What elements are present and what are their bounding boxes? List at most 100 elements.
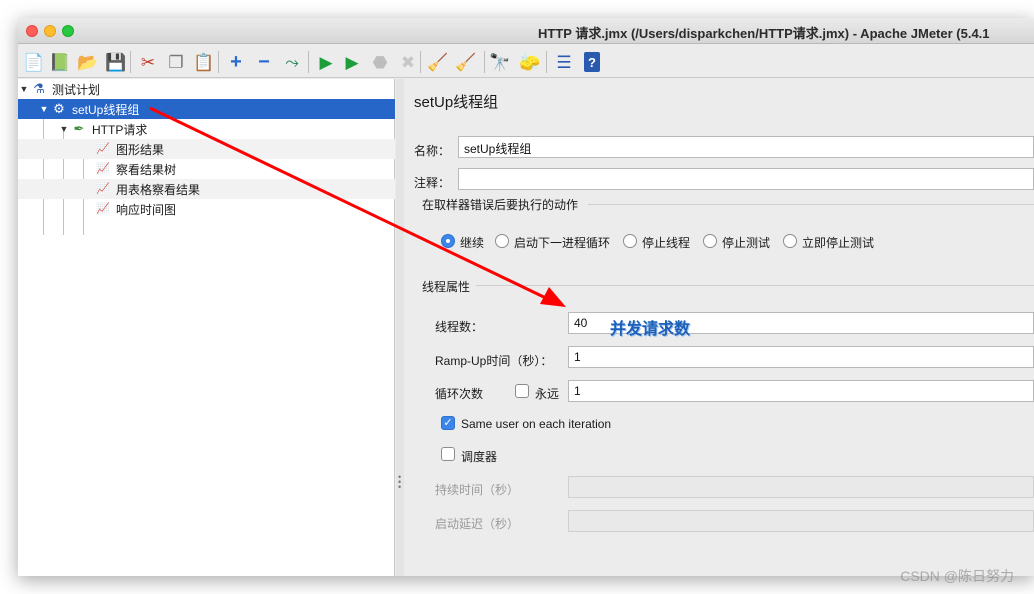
toggle-icon: ⤳ xyxy=(285,52,299,72)
thread-properties-group-title: 线程属性 xyxy=(422,280,471,294)
reset-search-icon: 🧽 xyxy=(519,52,541,72)
radio-start-next-loop-label: 启动下一进程循环 xyxy=(514,236,611,250)
threads-label: 线程数： xyxy=(435,320,484,334)
maximize-window-button[interactable] xyxy=(62,25,74,37)
error-action-group-title: 在取样器错误后要执行的动作 xyxy=(422,198,579,212)
minimize-window-button[interactable] xyxy=(44,25,56,37)
name-label: 名称： xyxy=(414,144,451,158)
start-no-pause-button[interactable]: ▶ xyxy=(340,50,364,74)
radio-stop-test-now-label: 立即停止测试 xyxy=(802,236,875,250)
copy-button[interactable]: ❐ xyxy=(164,50,188,74)
graph-icon: 📈 xyxy=(96,143,110,155)
toolbar-separator xyxy=(546,51,547,73)
comment-label: 注释： xyxy=(414,176,451,190)
same-user-label: Same user on each iteration xyxy=(461,417,612,431)
cut-icon: ✂ xyxy=(140,52,156,72)
shutdown-button[interactable]: ✖ xyxy=(396,50,420,74)
comment-field[interactable] xyxy=(458,168,1034,190)
annotation-concurrent-requests: 并发请求数 xyxy=(610,321,691,338)
loop-count-label: 循环次数 xyxy=(435,387,484,401)
help-icon: ? xyxy=(584,52,600,72)
graph-icon: 📈 xyxy=(96,163,110,175)
rampup-field[interactable]: 1 xyxy=(568,346,1034,368)
jmeter-window: HTTP 请求.jmx (/Users/disparkchen/HTTP请求.j… xyxy=(18,18,1034,576)
save-icon: 💾 xyxy=(105,52,127,72)
radio-stop-test[interactable] xyxy=(703,234,717,248)
divider-grip-icon: • • • xyxy=(398,472,402,492)
scheduler-label: 调度器 xyxy=(461,450,498,464)
toolbar-separator xyxy=(218,51,219,73)
function-helper-button[interactable]: ☰ xyxy=(552,50,576,74)
tree-item-view-results-tree[interactable]: 📈 察看结果树 xyxy=(18,159,395,179)
thread-group-panel: setUp线程组 名称： setUp线程组 注释： 在取样器错误后要执行的动作 … xyxy=(404,79,1034,576)
open-button[interactable]: 📂 xyxy=(76,50,100,74)
expand-arrow-icon[interactable]: ▼ xyxy=(58,124,70,134)
startup-delay-label: 启动延迟（秒） xyxy=(435,517,520,531)
radio-start-next-loop[interactable] xyxy=(495,234,509,248)
loop-count-field[interactable]: 1 xyxy=(568,380,1034,402)
toolbar-separator xyxy=(484,51,485,73)
tree-item-graph-results[interactable]: 📈 图形结果 xyxy=(18,139,395,159)
tree-item-label: 用表格察看结果 xyxy=(116,182,201,197)
start-button[interactable]: ▶ xyxy=(314,50,338,74)
title-bar: HTTP 请求.jmx (/Users/disparkchen/HTTP请求.j… xyxy=(18,18,1034,44)
scheduler-checkbox[interactable] xyxy=(441,447,455,461)
help-button[interactable]: ? xyxy=(580,50,604,74)
tree-item-test-plan[interactable]: ▼ ⚗ 测试计划 xyxy=(18,79,395,99)
stop-button[interactable]: ⬣ xyxy=(368,50,392,74)
tree-item-label: 响应时间图 xyxy=(116,202,177,217)
new-file-icon: 📄 xyxy=(23,52,45,72)
test-plan-icon: ⚗ xyxy=(33,81,45,96)
clear-all-button[interactable]: 🧹 xyxy=(454,50,478,74)
copy-icon: ❐ xyxy=(168,52,184,72)
split-pane-divider[interactable]: • • • xyxy=(396,79,404,576)
radio-continue-label: 继续 xyxy=(460,236,485,250)
radio-stop-thread[interactable] xyxy=(623,234,637,248)
stop-icon: ⬣ xyxy=(372,52,388,72)
group-separator xyxy=(476,285,1034,286)
paste-button[interactable]: 📋 xyxy=(192,50,216,74)
expand-arrow-icon[interactable]: ▼ xyxy=(18,84,30,94)
group-separator xyxy=(588,204,1034,205)
expand-arrow-icon[interactable]: ▼ xyxy=(38,104,50,114)
tree-item-label: HTTP请求 xyxy=(92,122,148,137)
tree-item-setup-thread-group[interactable]: ▼ ⚙ setUp线程组 xyxy=(18,99,395,119)
templates-icon: 📗 xyxy=(49,52,71,72)
startup-delay-field[interactable] xyxy=(568,510,1034,532)
forever-checkbox[interactable] xyxy=(515,384,529,398)
forever-label: 永远 xyxy=(535,387,560,401)
clear-button[interactable]: 🧹 xyxy=(426,50,450,74)
radio-stop-thread-label: 停止线程 xyxy=(642,236,691,250)
templates-button[interactable]: 📗 xyxy=(48,50,72,74)
same-user-checkbox[interactable]: ✓ xyxy=(441,416,455,430)
play-no-pause-icon: ▶ xyxy=(345,52,359,72)
paste-icon: 📋 xyxy=(193,52,215,72)
shutdown-icon: ✖ xyxy=(400,52,416,72)
tree-item-label: 察看结果树 xyxy=(116,162,177,177)
name-field[interactable]: setUp线程组 xyxy=(458,136,1034,158)
tree-item-view-results-table[interactable]: 📈 用表格察看结果 xyxy=(18,179,395,199)
collapse-button[interactable]: − xyxy=(252,50,276,74)
search-button[interactable]: 🔭 xyxy=(488,50,512,74)
cut-button[interactable]: ✂ xyxy=(136,50,160,74)
new-button[interactable]: 📄 xyxy=(22,50,46,74)
toggle-button[interactable]: ⤳ xyxy=(280,50,304,74)
expand-button[interactable]: + xyxy=(224,50,248,74)
tree-item-http-request[interactable]: ▼ ✒ HTTP请求 xyxy=(18,119,395,139)
list-icon: ☰ xyxy=(556,52,572,72)
close-window-button[interactable] xyxy=(26,25,38,37)
test-plan-tree: ▼ ⚗ 测试计划 ▼ ⚙ setUp线程组 ▼ ✒ HTTP请求 📈 图形结果 … xyxy=(18,79,395,576)
tree-item-label: 测试计划 xyxy=(52,82,101,97)
reset-search-button[interactable]: 🧽 xyxy=(518,50,542,74)
clear-all-icon: 🧹 xyxy=(455,52,477,72)
duration-field[interactable] xyxy=(568,476,1034,498)
toolbar-separator xyxy=(130,51,131,73)
tree-item-label: 图形结果 xyxy=(116,142,165,157)
play-icon: ▶ xyxy=(319,52,333,72)
radio-continue[interactable] xyxy=(441,234,455,248)
panel-title: setUp线程组 xyxy=(414,94,499,111)
tree-item-response-time-graph[interactable]: 📈 响应时间图 xyxy=(18,199,395,219)
save-button[interactable]: 💾 xyxy=(104,50,128,74)
toolbar-separator xyxy=(308,51,309,73)
radio-stop-test-now[interactable] xyxy=(783,234,797,248)
